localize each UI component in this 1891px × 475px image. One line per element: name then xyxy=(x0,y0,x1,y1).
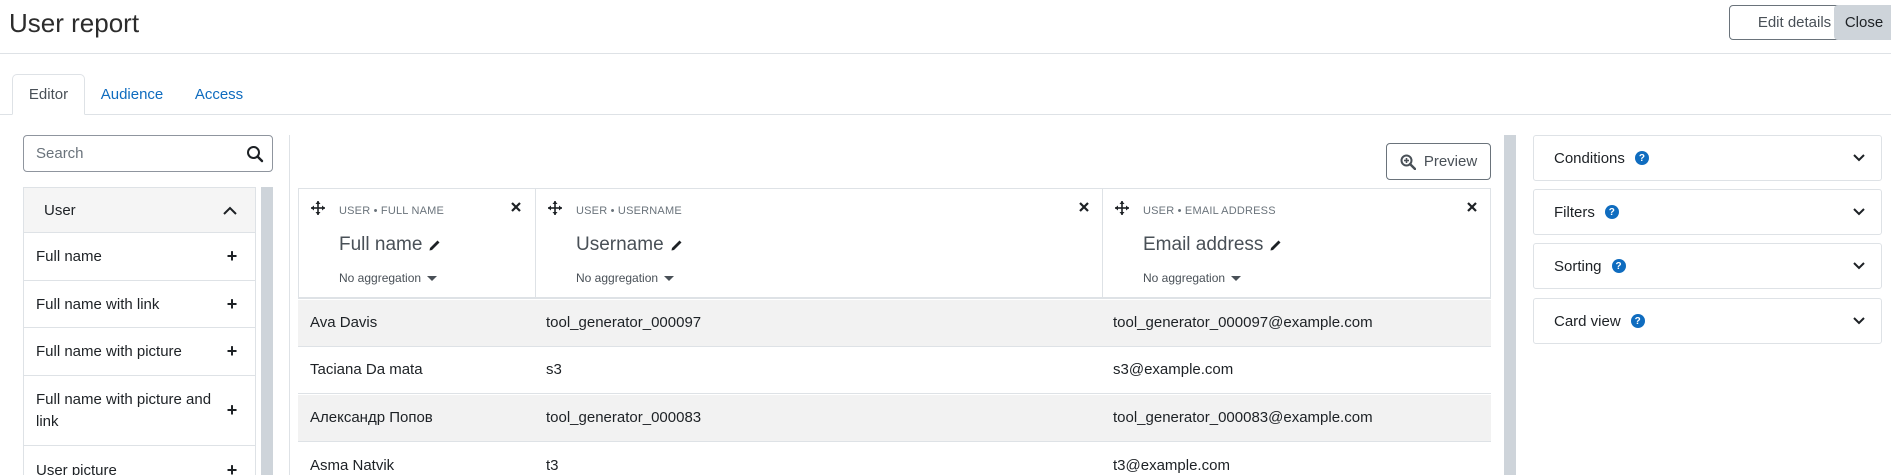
column-title: Username xyxy=(576,234,664,255)
caret-down-icon xyxy=(664,275,675,281)
close-button[interactable]: Close xyxy=(1834,5,1891,40)
chevron-up-icon xyxy=(223,206,237,215)
category-label: User xyxy=(44,201,76,219)
editor-panel-border xyxy=(289,135,290,475)
section-label: Sorting xyxy=(1554,257,1602,275)
cell-username: tool_generator_000097 xyxy=(546,314,702,331)
plus-icon: + xyxy=(226,400,238,420)
column-title: Full name xyxy=(339,234,423,255)
card-view-section[interactable]: Card view? xyxy=(1533,298,1882,344)
move-icon[interactable] xyxy=(1115,201,1129,215)
list-item[interactable]: Full name + xyxy=(24,233,255,281)
pencil-icon xyxy=(1270,240,1281,251)
zoom-icon xyxy=(1400,154,1416,170)
column-source: USER • USERNAME xyxy=(576,205,682,217)
cell-email: tool_generator_000097@example.com xyxy=(1113,314,1373,331)
report-source-list: User Full name + Full name with link + F… xyxy=(23,187,256,475)
sorting-section[interactable]: Sorting? xyxy=(1533,243,1882,289)
list-item-label: Full name with picture and link xyxy=(36,390,212,430)
tab-editor[interactable]: Editor xyxy=(12,74,85,115)
report-column-headers: USER • FULL NAME Full name No aggregatio… xyxy=(298,188,1491,299)
cell-username: tool_generator_000083 xyxy=(546,409,702,426)
preview-button[interactable]: Preview xyxy=(1386,143,1491,180)
chevron-down-icon xyxy=(1853,154,1865,162)
column-header: USER • USERNAME Username No aggregation xyxy=(535,189,1102,298)
aggregation-label: No aggregation xyxy=(1143,271,1226,285)
conditions-section[interactable]: Conditions? xyxy=(1533,135,1882,181)
list-item[interactable]: User picture + xyxy=(24,446,255,475)
section-label: Filters xyxy=(1554,203,1595,221)
cell-username: t3 xyxy=(546,457,559,474)
cell-full-name: Ava Davis xyxy=(310,314,378,331)
tab-access[interactable]: Access xyxy=(185,74,253,115)
search-input[interactable] xyxy=(24,145,234,162)
column-title: Email address xyxy=(1143,234,1264,255)
cell-email: tool_generator_000083@example.com xyxy=(1113,409,1373,426)
aggregation-select[interactable]: No aggregation xyxy=(1143,271,1242,285)
caret-down-icon xyxy=(1231,275,1242,281)
aggregation-select[interactable]: No aggregation xyxy=(576,271,675,285)
list-item[interactable]: Full name with link + xyxy=(24,281,255,328)
section-label: Card view xyxy=(1554,312,1621,330)
list-item-label: Full name with picture xyxy=(36,343,182,360)
plus-icon: + xyxy=(226,341,238,361)
list-item[interactable]: Full name with picture + xyxy=(24,328,255,376)
search-box xyxy=(23,135,273,172)
list-item-label: Full name xyxy=(36,248,102,265)
move-icon[interactable] xyxy=(548,201,562,215)
move-icon[interactable] xyxy=(311,201,325,215)
cell-full-name: Taciana Da mata xyxy=(310,361,423,378)
filters-section[interactable]: Filters? xyxy=(1533,189,1882,235)
tabs-divider xyxy=(0,114,1891,115)
close-icon[interactable] xyxy=(1466,201,1478,213)
category-header-user[interactable]: User xyxy=(24,188,255,233)
tab-audience[interactable]: Audience xyxy=(92,74,172,115)
section-label: Conditions xyxy=(1554,149,1625,167)
column-title-editable[interactable]: Username xyxy=(576,234,684,256)
aggregation-label: No aggregation xyxy=(576,271,659,285)
column-header: USER • EMAIL ADDRESS Email address No ag… xyxy=(1102,189,1490,298)
pencil-icon xyxy=(671,240,682,251)
column-title-editable[interactable]: Email address xyxy=(1143,234,1283,256)
cell-email: s3@example.com xyxy=(1113,361,1234,378)
list-item-label: User picture xyxy=(36,461,117,475)
header-divider xyxy=(0,53,1891,54)
cell-username: s3 xyxy=(546,361,562,378)
page-title: User report xyxy=(9,8,140,38)
column-header: USER • FULL NAME Full name No aggregatio… xyxy=(299,189,535,298)
chevron-down-icon xyxy=(1853,262,1865,270)
aggregation-label: No aggregation xyxy=(339,271,422,285)
plus-icon: + xyxy=(226,246,238,266)
list-item-label: Full name with link xyxy=(36,295,160,313)
editor-scrollbar[interactable] xyxy=(1504,135,1516,475)
table-row: Asma Natvik t3 t3@example.com xyxy=(298,443,1491,475)
cell-full-name: Александр Попов xyxy=(310,409,433,426)
column-source: USER • FULL NAME xyxy=(339,205,445,217)
aggregation-select[interactable]: No aggregation xyxy=(339,271,438,285)
plus-icon: + xyxy=(226,459,238,475)
close-icon[interactable] xyxy=(510,201,522,213)
column-source: USER • EMAIL ADDRESS xyxy=(1143,205,1276,217)
table-row: Александр Попов tool_generator_000083 to… xyxy=(298,395,1491,442)
help-icon[interactable]: ? xyxy=(1634,151,1649,165)
pencil-icon xyxy=(429,240,440,251)
close-icon[interactable] xyxy=(1078,201,1090,213)
search-icon[interactable] xyxy=(246,145,264,163)
plus-icon: + xyxy=(226,293,238,314)
cell-email: t3@example.com xyxy=(1113,457,1230,474)
cell-full-name: Asma Natvik xyxy=(310,457,395,474)
column-title-editable[interactable]: Full name xyxy=(339,234,442,256)
help-icon[interactable]: ? xyxy=(1630,314,1645,328)
chevron-down-icon xyxy=(1853,208,1865,216)
chevron-down-icon xyxy=(1853,317,1865,325)
list-item[interactable]: Full name with picture and link + xyxy=(24,376,255,446)
caret-down-icon xyxy=(427,275,438,281)
sidebar-scrollbar[interactable] xyxy=(261,187,273,475)
help-icon[interactable]: ? xyxy=(1604,205,1619,219)
help-icon[interactable]: ? xyxy=(1611,259,1626,273)
table-row: Taciana Da mata s3 s3@example.com xyxy=(298,347,1491,394)
preview-label: Preview xyxy=(1423,153,1478,170)
table-row: Ava Davis tool_generator_000097 tool_gen… xyxy=(298,300,1491,347)
